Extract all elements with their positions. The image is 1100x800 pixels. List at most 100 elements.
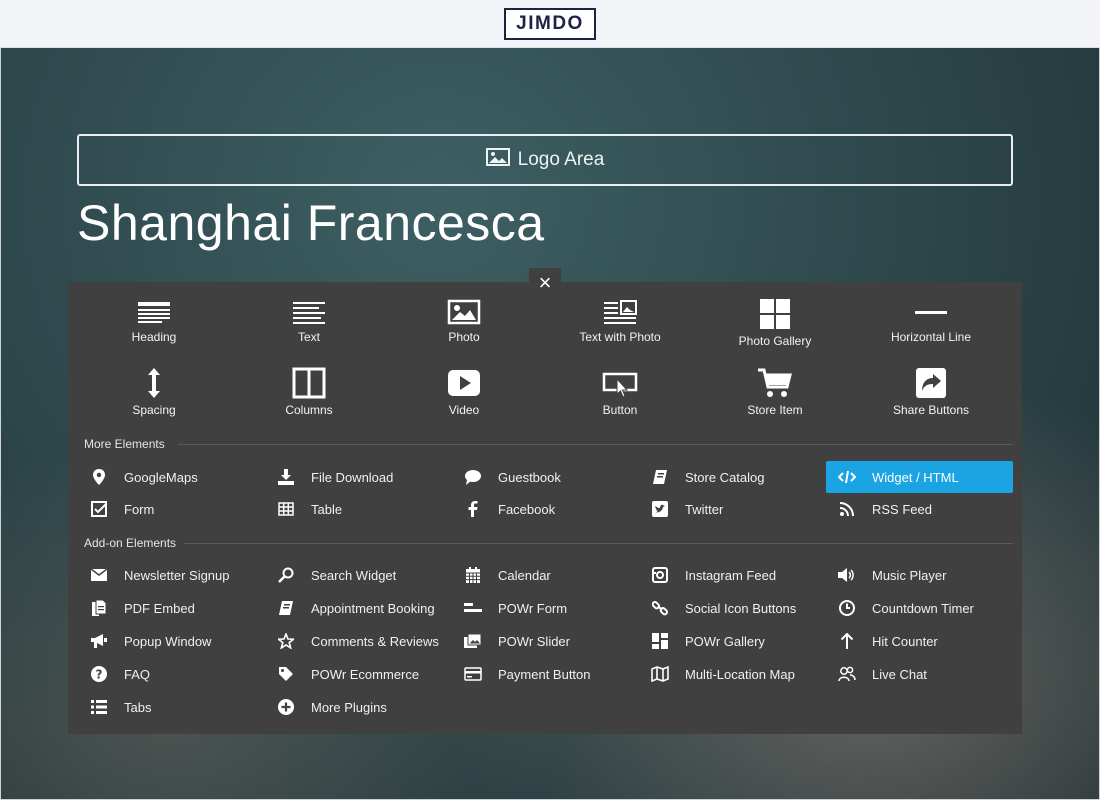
element-text-with-photo[interactable]: Text with Photo [542, 298, 698, 358]
element-music-player[interactable]: Music Player [826, 559, 1013, 591]
element-label: Multi-Location Map [685, 666, 795, 682]
element-calendar[interactable]: Calendar [452, 559, 639, 591]
element-countdown-timer[interactable]: Countdown Timer [826, 592, 1013, 624]
element-table[interactable]: Table [265, 493, 452, 525]
element-spacing[interactable]: Spacing [76, 367, 232, 427]
element-powr-form[interactable]: POWr Form [452, 592, 639, 624]
element-label: Comments & Reviews [311, 633, 439, 649]
element-widget-html[interactable]: Widget / HTML [826, 461, 1013, 493]
element-powr-slider[interactable]: POWr Slider [452, 625, 639, 657]
element-hit-counter[interactable]: Hit Counter [826, 625, 1013, 657]
chat-bubble-icon [464, 468, 482, 486]
rss-icon [838, 500, 856, 518]
text-with-photo-icon [604, 300, 637, 324]
checkbox-icon [90, 500, 108, 518]
slider-images-icon [464, 632, 482, 650]
element-googlemaps[interactable]: GoogleMaps [78, 461, 265, 493]
element-powr-ecommerce[interactable]: POWr Ecommerce [265, 658, 452, 690]
element-video[interactable]: Video [386, 367, 542, 427]
element-comments-reviews[interactable]: Comments & Reviews [265, 625, 452, 657]
element-live-chat[interactable]: Live Chat [826, 658, 1013, 690]
jimdo-logo[interactable]: JIMDO [504, 7, 596, 40]
element-label: Button [602, 403, 638, 417]
element-label: PDF Embed [124, 600, 195, 616]
element-heading[interactable]: Heading [76, 298, 232, 358]
addon-elements-title: Add-on Elements [84, 536, 177, 550]
element-columns[interactable]: Columns [231, 367, 387, 427]
arrow-up-icon [838, 632, 856, 650]
element-label: Countdown Timer [872, 600, 974, 616]
element-faq[interactable]: ? FAQ [78, 658, 265, 690]
top-bar: JIMDO [0, 0, 1100, 48]
element-label: GoogleMaps [124, 469, 198, 485]
element-multi-location-map[interactable]: Multi-Location Map [639, 658, 826, 690]
element-label: Heading [131, 330, 177, 344]
element-label: File Download [311, 469, 394, 485]
element-label: POWr Form [498, 600, 568, 616]
star-icon [277, 632, 295, 650]
element-facebook[interactable]: Facebook [452, 493, 639, 525]
element-appointment-booking[interactable]: Appointment Booking [265, 592, 452, 624]
element-file-download[interactable]: File Download [265, 461, 452, 493]
basic-elements-row-1: Heading Text Photo Text with Photo Photo… [68, 298, 1022, 358]
element-label: More Plugins [311, 699, 387, 715]
element-horizontal-line[interactable]: Horizontal Line [853, 298, 1009, 358]
element-label: Live Chat [872, 666, 927, 682]
button-icon [602, 372, 638, 398]
close-panel-button[interactable]: × [529, 268, 561, 298]
element-label: RSS Feed [872, 501, 932, 517]
twitter-icon [651, 500, 669, 518]
element-tabs[interactable]: Tabs [78, 691, 265, 723]
element-photo[interactable]: Photo [386, 298, 542, 358]
list-icon [90, 698, 108, 716]
element-label: POWr Ecommerce [311, 666, 420, 682]
catalog-icon [651, 468, 669, 486]
element-photo-gallery[interactable]: Photo Gallery [697, 298, 853, 358]
element-guestbook[interactable]: Guestbook [452, 461, 639, 493]
element-text[interactable]: Text [231, 298, 387, 358]
element-label: Social Icon Buttons [685, 600, 797, 616]
megaphone-icon [90, 632, 108, 650]
element-social-icon-buttons[interactable]: Social Icon Buttons [639, 592, 826, 624]
element-label: Widget / HTML [872, 469, 959, 485]
code-icon [838, 468, 856, 486]
element-label: Search Widget [311, 567, 397, 583]
element-store-catalog[interactable]: Store Catalog [639, 461, 826, 493]
element-label: Payment Button [498, 666, 591, 682]
tag-icon [277, 665, 295, 683]
element-instagram-feed[interactable]: Instagram Feed [639, 559, 826, 591]
element-more-plugins[interactable]: More Plugins [265, 691, 452, 723]
element-label: Photo [448, 330, 480, 344]
element-newsletter-signup[interactable]: Newsletter Signup [78, 559, 265, 591]
element-label: Facebook [498, 501, 556, 517]
element-twitter[interactable]: Twitter [639, 493, 826, 525]
element-search-widget[interactable]: Search Widget [265, 559, 452, 591]
spacing-icon [148, 368, 160, 398]
book-icon [277, 599, 295, 617]
table-icon [277, 500, 295, 518]
element-rss-feed[interactable]: RSS Feed [826, 493, 1013, 525]
users-icon [838, 665, 856, 683]
element-powr-gallery[interactable]: POWr Gallery [639, 625, 826, 657]
envelope-icon [90, 566, 108, 584]
download-icon [277, 468, 295, 486]
element-label: Photo Gallery [738, 334, 812, 348]
element-label: Text with Photo [579, 330, 661, 344]
element-popup-window[interactable]: Popup Window [78, 625, 265, 657]
element-label: Music Player [872, 567, 947, 583]
element-share-buttons[interactable]: Share Buttons [853, 367, 1009, 427]
photo-gallery-icon [760, 299, 790, 329]
element-pdf-embed[interactable]: PDF Embed [78, 592, 265, 624]
site-title[interactable]: Shanghai Francesca [77, 194, 545, 252]
heading-icon [138, 302, 170, 323]
plus-circle-icon [277, 698, 295, 716]
search-icon [277, 566, 295, 584]
more-elements-title: More Elements [84, 437, 165, 451]
element-store-item[interactable]: Store Item [697, 367, 853, 427]
svg-text:?: ? [96, 668, 103, 682]
element-form[interactable]: Form [78, 493, 265, 525]
element-button[interactable]: Button [542, 367, 698, 427]
logo-area[interactable]: Logo Area [77, 134, 1013, 186]
element-payment-button[interactable]: Payment Button [452, 658, 639, 690]
text-icon [293, 302, 325, 324]
